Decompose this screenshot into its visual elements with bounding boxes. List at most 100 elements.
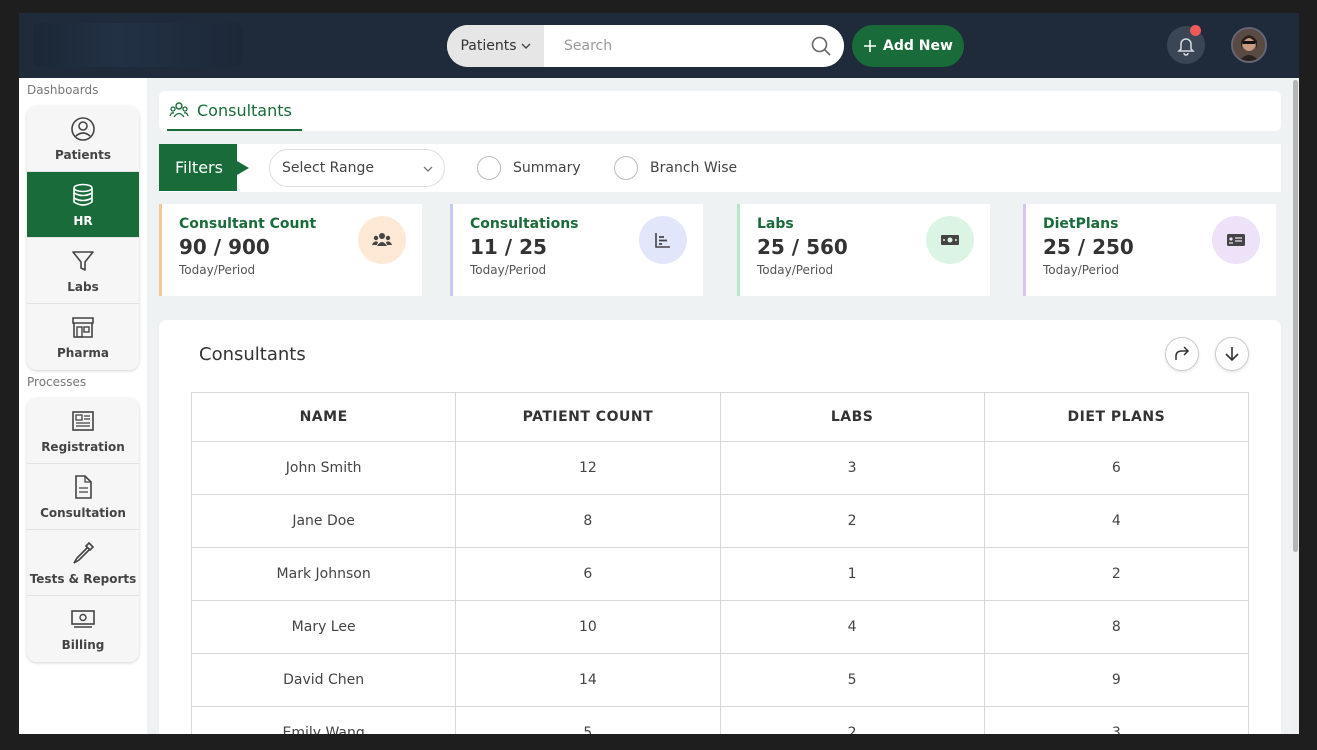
stat-card-dietplans: DietPlans 25 / 250 Today/Period	[1023, 204, 1276, 296]
sidebar-item-label: Pharma	[57, 346, 109, 360]
cell-patient-count: 12	[455, 441, 721, 495]
sidebar-item-consultation[interactable]: Consultation	[27, 464, 139, 530]
sidebar-item-hr[interactable]: HR	[27, 172, 139, 238]
sidebar-item-registration[interactable]: Registration	[27, 398, 139, 464]
table-header-row: NAME PATIENT COUNT LABS DIET PLANS	[190, 392, 1250, 442]
section-label-processes: Processes	[27, 375, 87, 389]
avatar[interactable]	[1231, 27, 1267, 63]
filter-bar: Filters Select Range Summary Branch Wise	[159, 144, 1281, 192]
sidebar-item-billing[interactable]: Billing	[27, 596, 139, 662]
store-icon	[72, 317, 94, 338]
cell-name: Jane Doe	[190, 494, 457, 548]
cell-labs: 5	[719, 653, 985, 707]
chevron-down-icon	[423, 166, 433, 172]
plus-icon	[864, 40, 877, 52]
consultants-table: NAME PATIENT COUNT LABS DIET PLANS John …	[190, 392, 1250, 734]
search-icon[interactable]	[810, 35, 832, 57]
sidebar-item-patients[interactable]: Patients	[27, 106, 139, 172]
consultants-panel: Consultants NAME PATIENT COUNT LABS DIET…	[159, 320, 1281, 734]
chevron-down-icon	[521, 43, 531, 49]
cell-diet-plans: 2	[983, 547, 1250, 601]
table-row[interactable]: John Smith 12 3 6	[190, 441, 1250, 495]
share-arrow-icon	[1175, 346, 1190, 360]
share-button[interactable]	[1165, 337, 1199, 371]
column-header-diet-plans[interactable]: DIET PLANS	[983, 392, 1250, 442]
stat-icon-badge	[639, 216, 687, 264]
search-category-dropdown[interactable]: Patients	[447, 25, 544, 67]
cell-patient-count: 6	[455, 547, 721, 601]
document-icon	[75, 474, 92, 499]
cell-labs: 2	[719, 494, 985, 548]
cash-icon	[71, 610, 95, 628]
stat-subtitle: Today/Period	[179, 263, 256, 277]
table-row[interactable]: David Chen 14 5 9	[190, 653, 1250, 707]
sidebar-item-label: Patients	[55, 147, 111, 162]
arrow-down-icon	[1225, 347, 1239, 362]
table-row[interactable]: Emily Wang 5 2 3	[190, 706, 1250, 734]
cell-patient-count: 14	[455, 653, 721, 707]
scrollbar-thumb[interactable]	[1293, 80, 1298, 552]
search-input[interactable]	[544, 25, 844, 67]
cell-name: Emily Wang	[190, 706, 457, 734]
cell-labs: 3	[719, 441, 985, 495]
sidebar-item-label: Billing	[61, 638, 105, 652]
top-bar: Patients Add New	[19, 13, 1299, 78]
sidebar-item-labs[interactable]: Labs	[27, 238, 139, 304]
bar-chart-icon	[655, 233, 670, 248]
user-photo-icon	[1233, 29, 1265, 61]
table-row[interactable]: Jane Doe 8 2 4	[190, 494, 1250, 548]
filters-label: Filters	[159, 144, 249, 191]
summary-radio[interactable]: Summary	[477, 156, 581, 180]
radio-circle[interactable]	[614, 156, 638, 180]
download-button[interactable]	[1215, 337, 1249, 371]
column-header-name[interactable]: NAME	[190, 392, 457, 442]
cell-labs: 4	[719, 600, 985, 654]
branch-wise-radio[interactable]: Branch Wise	[614, 156, 737, 180]
cell-diet-plans: 3	[983, 706, 1250, 734]
processes-nav: Registration Consultation Tests & Report…	[27, 398, 139, 662]
sidebar-item-label: HR	[73, 213, 93, 228]
stat-subtitle: Today/Period	[1043, 263, 1120, 277]
range-select[interactable]: Select Range	[269, 149, 445, 187]
add-new-button[interactable]: Add New	[852, 25, 964, 67]
table-row[interactable]: Mark Johnson 6 1 2	[190, 547, 1250, 601]
stat-subtitle: Today/Period	[470, 263, 547, 277]
stat-icon-badge	[926, 216, 974, 264]
cell-labs: 2	[719, 706, 985, 734]
radio-label: Summary	[513, 160, 581, 176]
cell-patient-count: 5	[455, 706, 721, 734]
user-circle-icon	[71, 116, 95, 141]
stat-icon-badge	[1212, 216, 1260, 264]
column-header-patient-count[interactable]: PATIENT COUNT	[455, 392, 721, 442]
column-header-labs[interactable]: LABS	[719, 392, 985, 442]
cell-diet-plans: 6	[983, 441, 1250, 495]
cell-patient-count: 8	[455, 494, 721, 548]
sidebar-item-tests-reports[interactable]: Tests & Reports	[27, 530, 139, 596]
radio-circle[interactable]	[477, 156, 501, 180]
table-row[interactable]: Mary Lee 10 4 8	[190, 600, 1250, 654]
cell-name: Mark Johnson	[190, 547, 457, 601]
brand-logo[interactable]	[33, 23, 243, 67]
database-icon	[73, 183, 93, 206]
range-select-placeholder: Select Range	[282, 160, 375, 176]
stat-icon-badge	[358, 216, 406, 264]
search-bar: Patients	[447, 25, 844, 67]
panel-title: Consultants	[199, 344, 306, 365]
cell-labs: 1	[719, 547, 985, 601]
group-icon	[372, 233, 392, 246]
radio-label: Branch Wise	[650, 160, 738, 176]
sidebar-item-label: Tests & Reports	[29, 571, 137, 586]
cell-name: Mary Lee	[190, 600, 457, 654]
main-content: Consultants Filters Select Range Summary…	[147, 78, 1293, 734]
newspaper-icon	[72, 410, 94, 431]
cell-diet-plans: 4	[983, 494, 1250, 548]
bell-icon	[1177, 38, 1195, 56]
cell-patient-count: 10	[455, 600, 721, 654]
dashboards-nav: Patients HR Labs Pharma	[27, 106, 139, 370]
sidebar-item-pharma[interactable]: Pharma	[27, 304, 139, 370]
tab-consultants[interactable]: Consultants	[167, 91, 302, 131]
stat-card-consultant-count: Consultant Count 90 / 900 Today/Period	[159, 204, 422, 296]
tab-label: Consultants	[197, 100, 292, 120]
sidebar-item-label: Labs	[67, 279, 99, 294]
sidebar-item-label: Consultation	[40, 505, 126, 520]
